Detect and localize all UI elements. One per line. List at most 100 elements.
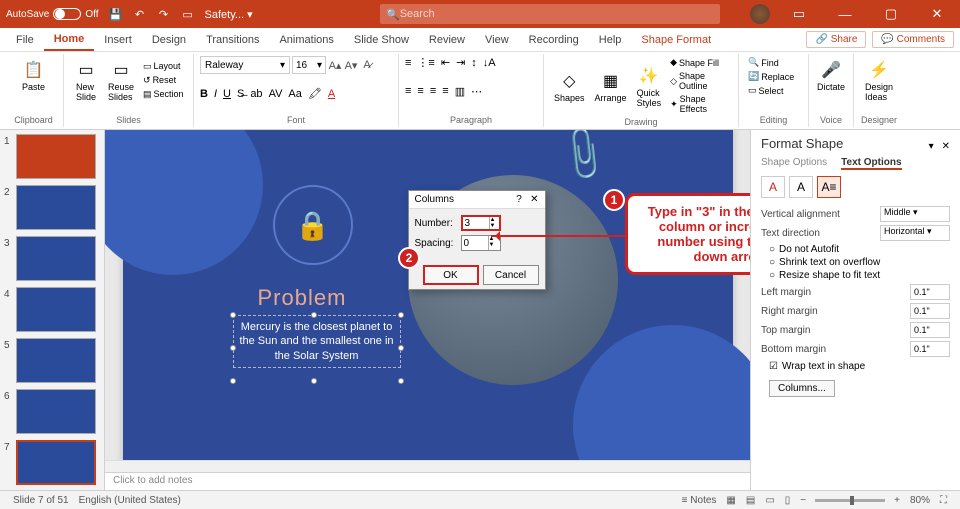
zoom-out-button[interactable]: − bbox=[800, 495, 806, 506]
autofit-resize-radio[interactable]: ○Resize shape to fit text bbox=[769, 270, 950, 281]
font-size-combo[interactable]: 16▾ bbox=[292, 56, 326, 74]
autofit-none-radio[interactable]: ○Do not Autofit bbox=[769, 244, 950, 255]
new-slide-button[interactable]: ▭New Slide bbox=[70, 56, 102, 104]
font-color-button[interactable]: A bbox=[328, 88, 335, 100]
zoom-level[interactable]: 80% bbox=[910, 495, 930, 506]
tab-recording[interactable]: Recording bbox=[519, 30, 589, 50]
thumbnail-1[interactable] bbox=[16, 134, 96, 179]
spacing-input[interactable] bbox=[462, 236, 488, 250]
text-options-tab[interactable]: Text Options bbox=[841, 157, 901, 170]
reset-button[interactable]: ↺ Reset bbox=[140, 74, 187, 87]
slide-title[interactable]: Problem bbox=[258, 285, 347, 311]
shape-fill-button[interactable]: ◆ Shape Fill bbox=[667, 56, 732, 69]
number-input[interactable] bbox=[463, 217, 489, 229]
autosave-toggle[interactable]: AutoSave Off bbox=[6, 8, 99, 20]
thumbnail-3[interactable] bbox=[16, 236, 96, 281]
ribbon-display-icon[interactable]: ▭ bbox=[782, 6, 816, 22]
shape-outline-button[interactable]: ◇ Shape Outline bbox=[667, 70, 732, 92]
highlight-button[interactable]: 🖍 bbox=[308, 87, 322, 100]
strikethrough-button[interactable]: S̶ bbox=[237, 88, 244, 100]
select-button[interactable]: ▭ Select bbox=[745, 84, 802, 97]
zoom-in-button[interactable]: + bbox=[894, 495, 900, 506]
cancel-button[interactable]: Cancel bbox=[483, 265, 539, 285]
notes-toggle[interactable]: ≡ Notes bbox=[682, 495, 717, 506]
language-status[interactable]: English (United States) bbox=[79, 495, 181, 506]
replace-button[interactable]: 🔄 Replace bbox=[745, 70, 802, 83]
clear-format-icon[interactable]: A̷ bbox=[360, 58, 374, 72]
align-center-button[interactable]: ≡ bbox=[417, 85, 423, 97]
thumbnail-7[interactable] bbox=[16, 440, 96, 485]
line-spacing-button[interactable]: ↕ bbox=[471, 57, 477, 69]
decrease-font-icon[interactable]: A▾ bbox=[344, 58, 358, 72]
shadow-button[interactable]: ab bbox=[250, 88, 262, 100]
arrange-button[interactable]: ▦Arrange bbox=[591, 67, 631, 105]
valign-select[interactable]: Middle ▾ bbox=[880, 206, 950, 222]
left-margin-spinner[interactable]: 0.1" bbox=[910, 284, 950, 300]
tab-insert[interactable]: Insert bbox=[94, 30, 142, 50]
tab-review[interactable]: Review bbox=[419, 30, 475, 50]
slide-number-status[interactable]: Slide 7 of 51 bbox=[13, 495, 69, 506]
number-spinner[interactable]: ▲▼ bbox=[461, 215, 501, 231]
save-icon[interactable]: 💾 bbox=[109, 7, 123, 21]
search-input[interactable] bbox=[400, 8, 714, 20]
text-fill-icon[interactable]: A bbox=[761, 176, 785, 198]
tab-help[interactable]: Help bbox=[589, 30, 632, 50]
tab-slideshow[interactable]: Slide Show bbox=[344, 30, 419, 50]
decrease-indent-button[interactable]: ⇤ bbox=[441, 56, 450, 69]
thumbnail-2[interactable] bbox=[16, 185, 96, 230]
right-margin-spinner[interactable]: 0.1" bbox=[910, 303, 950, 319]
increase-font-icon[interactable]: A▴ bbox=[328, 58, 342, 72]
text-effects-icon[interactable]: A bbox=[789, 176, 813, 198]
text-direction-button[interactable]: ↓A bbox=[483, 57, 496, 69]
columns-ribbon-button[interactable]: ▥ bbox=[455, 85, 465, 98]
comments-button[interactable]: 💬 Comments bbox=[872, 31, 954, 48]
dictate-button[interactable]: 🎤Dictate bbox=[815, 56, 847, 94]
fit-to-window-icon[interactable]: ⛶ bbox=[940, 495, 947, 506]
find-button[interactable]: 🔍 Find bbox=[745, 56, 802, 69]
redo-icon[interactable]: ↷ bbox=[157, 7, 171, 21]
tab-design[interactable]: Design bbox=[142, 30, 196, 50]
quick-styles-button[interactable]: ✨Quick Styles bbox=[633, 62, 666, 110]
italic-button[interactable]: I bbox=[214, 88, 217, 100]
align-left-button[interactable]: ≡ bbox=[405, 85, 411, 97]
thumbnail-5[interactable] bbox=[16, 338, 96, 383]
reuse-slides-button[interactable]: ▭Reuse Slides bbox=[104, 56, 138, 104]
share-button[interactable]: 🔗 Share bbox=[806, 31, 866, 48]
minimize-button[interactable]: — bbox=[828, 7, 862, 22]
increase-indent-button[interactable]: ⇥ bbox=[456, 56, 465, 69]
bullets-button[interactable]: ≡ bbox=[405, 57, 411, 69]
search-box[interactable]: 🔍 bbox=[380, 4, 720, 24]
layout-button[interactable]: ▭ Layout bbox=[140, 60, 187, 73]
thumbnail-6[interactable] bbox=[16, 389, 96, 434]
change-case-button[interactable]: Aa bbox=[288, 88, 301, 100]
slide-body-textbox[interactable]: Mercury is the closest planet to the Sun… bbox=[233, 315, 401, 368]
pane-dropdown-icon[interactable]: ▾ bbox=[929, 141, 934, 152]
zoom-slider[interactable] bbox=[815, 499, 885, 502]
sorter-view-icon[interactable]: ▤ bbox=[746, 495, 755, 506]
numbering-button[interactable]: ⋮≡ bbox=[417, 56, 434, 69]
ok-button[interactable]: OK bbox=[423, 265, 479, 285]
shape-options-tab[interactable]: Shape Options bbox=[761, 157, 827, 170]
tab-transitions[interactable]: Transitions bbox=[196, 30, 269, 50]
textbox-icon[interactable]: A≡ bbox=[817, 176, 841, 198]
pane-close-icon[interactable]: ✕ bbox=[942, 141, 950, 152]
char-spacing-button[interactable]: AV bbox=[269, 88, 283, 100]
maximize-button[interactable]: ▢ bbox=[874, 6, 908, 22]
close-button[interactable]: ✕ bbox=[920, 6, 954, 22]
top-margin-spinner[interactable]: 0.1" bbox=[910, 322, 950, 338]
tab-animations[interactable]: Animations bbox=[269, 30, 343, 50]
shape-effects-button[interactable]: ✦ Shape Effects bbox=[667, 93, 732, 115]
design-ideas-button[interactable]: ⚡Design Ideas bbox=[860, 56, 898, 104]
reading-view-icon[interactable]: ▭ bbox=[765, 495, 774, 506]
user-avatar[interactable] bbox=[750, 4, 770, 24]
tab-home[interactable]: Home bbox=[44, 29, 95, 51]
bottom-margin-spinner[interactable]: 0.1" bbox=[910, 341, 950, 357]
filename[interactable]: Safety... ▾ bbox=[205, 8, 253, 21]
shapes-button[interactable]: ◇Shapes bbox=[550, 67, 589, 105]
spacing-down-arrow[interactable]: ▼ bbox=[489, 242, 500, 248]
undo-icon[interactable]: ↶ bbox=[133, 7, 147, 21]
paste-button[interactable]: 📋 Paste bbox=[10, 56, 57, 94]
underline-button[interactable]: U bbox=[223, 88, 231, 100]
slideshow-qat-icon[interactable]: ▭ bbox=[181, 7, 195, 21]
section-button[interactable]: ▤ Section bbox=[140, 88, 187, 101]
